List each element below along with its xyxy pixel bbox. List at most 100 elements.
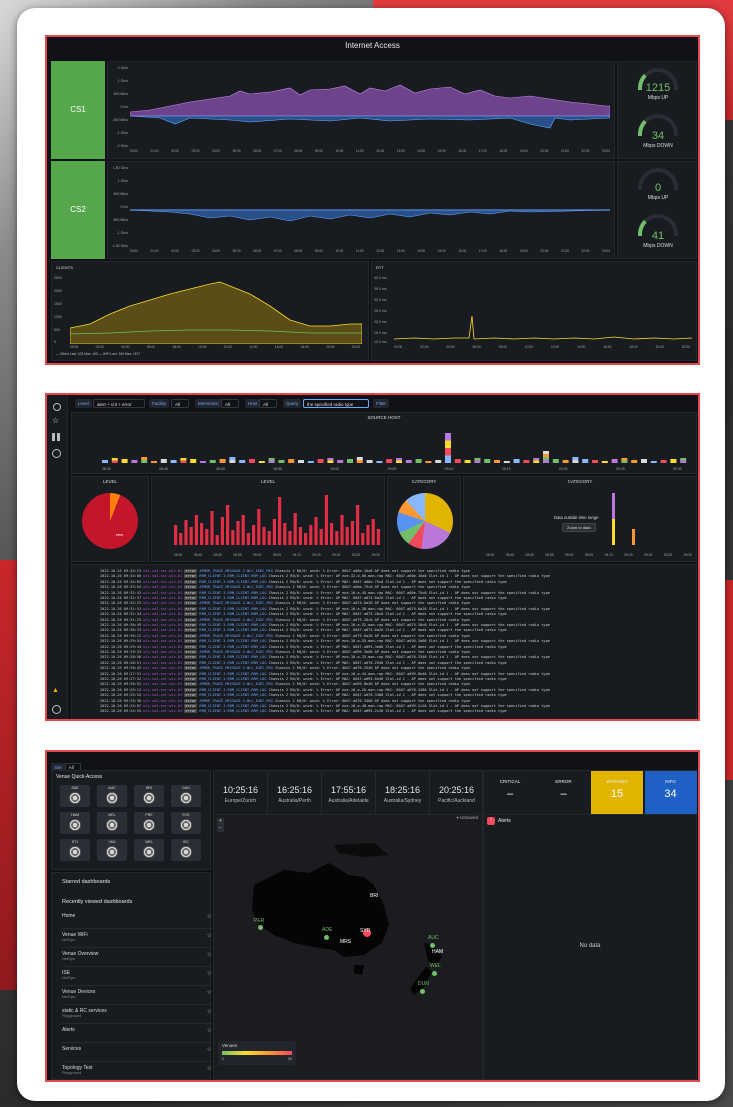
log-category: RRM_CLIENT-3-RRM_CLIENT-RRM_LOG [199,596,267,600]
log-message: Chassis 2 R0/0: wncd: % Error: AP MAC: 0… [268,628,507,633]
cs2-traffic-panel[interactable]: 1.50 Gb/s 1 Gb/s 500 Mb/s 0 b/s -500 Mb/… [107,161,615,259]
star-icon[interactable]: ☆ [207,1008,212,1015]
venues-legend: Venues 0 50 [218,1041,296,1065]
star-icon[interactable]: ☆ [207,989,212,996]
venue-tile-mel[interactable]: MEL [97,812,127,834]
recent-dashboard-item[interactable]: Home ☆ [62,911,212,929]
stat-info[interactable]: INFO 34 [644,771,697,815]
map-label-bri[interactable]: BRI [370,893,378,899]
help-icon[interactable] [52,705,61,714]
map-label-wel[interactable]: WEL [430,963,441,969]
x-tick: 03:00 [191,249,200,253]
y-tick: 2500 [54,276,62,280]
map-label-ham[interactable]: HAM [432,949,443,955]
log-message: Chassis 2 R0/0: wncd: % Error: AP MAC: 0… [268,612,507,617]
log-message: Chassis 2 R0/0: wncd: % Error: AP mce-32… [268,574,550,579]
map-label-per[interactable]: PER [254,918,264,924]
venue-map-panel[interactable]: + − ⌖ Unsaved BRI PER ADE MRS SYD AUC HAM… [213,814,483,1080]
filter-host-select[interactable]: All [259,399,277,408]
recent-dashboard-item[interactable]: Services ☆ [62,1044,212,1062]
venue-tile-pre[interactable]: PRE [134,812,164,834]
stat-error[interactable]: ERROR – [537,771,590,815]
level-bar-panel[interactable]: LEVEL 08:40 08:45 08:50 08:55 09:00 09:05 09:1… [151,476,385,562]
map-label-mrs[interactable]: MRS [340,939,351,945]
dashboard-list-panel[interactable]: Starred dashboards Recently viewed dashb… [51,872,212,1080]
star-icon[interactable]: ☆ [207,970,212,977]
venue-tile-wel[interactable]: WEL [134,839,164,861]
source-host-bar [484,459,491,463]
logs-panel[interactable]: 2022-10-26 09:34:13 wlc-sa1-ssr-wlc-01 e… [71,564,698,719]
level-bar [293,513,297,545]
filter-facility-select[interactable]: All [171,399,189,408]
venue-tile-ham[interactable]: HAM [60,812,90,834]
x-tick: 08:00 [172,345,181,349]
log-message: Chassis 2 R0/0: wncd: % Error: AP MAC: 0… [268,596,507,600]
map-label-dun[interactable]: DUN [418,981,429,987]
map-label-syd[interactable]: SYD [360,928,370,934]
recent-dashboard-item[interactable]: Venue WiFi NetOps ☆ [62,930,212,948]
x-tick: 08:50 [525,553,534,557]
stat-value: – [506,788,514,800]
stat-warning[interactable]: WARNING 15 [591,771,643,815]
venue-tile-ade[interactable]: ADE [60,785,90,807]
star-icon[interactable]: ☆ [207,951,212,958]
source-host-panel[interactable]: SOURCE HOST 08:40 08:45 08:50 08:55 09:00 09:… [71,412,697,474]
dashboards-icon[interactable] [52,433,60,441]
venue-tile-isc[interactable]: ISC [171,839,201,861]
log-row[interactable]: 2022-10-26 09:24:55 wlc-sa1-ssr-wlc-01 e… [100,709,698,715]
recent-dashboard-item[interactable]: Topology Test Playground ☆ [62,1063,212,1080]
zoom-to-data-button[interactable]: Zoom to data [562,523,596,532]
cs2-site-tile[interactable]: CS2 [51,161,105,259]
clock-zone: Pacific/Auckland [438,798,475,804]
x-tick: 19:00 [519,249,528,253]
category-pie-panel[interactable]: CATEGORY [387,476,461,562]
rtt-panel[interactable]: RTT 40.0 ms 35.0 ms 30.0 ms 25.0 ms 20.0… [371,261,697,361]
venue-logo-icon [106,819,118,831]
star-icon[interactable]: ☆ [207,1027,212,1034]
recent-dashboard-item[interactable]: Venue Devices NetOps ☆ [62,987,212,1005]
star-icon[interactable]: ☆ [207,1046,212,1053]
star-icon[interactable]: ☆ [207,1065,212,1072]
level-bar [179,533,183,545]
compass-icon[interactable] [52,449,61,458]
recent-dashboard-item[interactable]: static & RC services Playground ☆ [62,1006,212,1024]
venue-tile-st1[interactable]: ST1 [60,839,90,861]
cs1-download-area [130,115,610,129]
venue-tile-bri[interactable]: BRI [134,785,164,807]
venue-tile-syd[interactable]: SYD [171,812,201,834]
source-host-bar [543,454,549,457]
recent-dashboard-item[interactable]: Alerts ☆ [62,1025,212,1043]
filter-mnemonic-select[interactable]: All [221,399,239,408]
filter-level-select[interactable]: alert + crit + error [93,399,145,408]
source-host-bar [572,457,579,460]
stat-critical[interactable]: CRITICAL – [484,771,536,815]
venue-tile-auc[interactable]: AUC [97,785,127,807]
recent-dashboard-item[interactable]: Venue Overview NetOps ☆ [62,949,212,967]
alert-icon[interactable]: ▲ [52,687,59,694]
source-host-bar [239,460,246,463]
level-pie-panel[interactable]: LEVEL error [71,476,149,562]
star-icon[interactable]: ☆ [207,913,212,920]
cs1-ytick: -1 Gb/s [116,131,128,135]
cs1-site-tile[interactable]: CS1 [51,61,105,159]
cs1-traffic-panel[interactable]: 2 Gb/s 1 Gb/s 500 Mb/s 0 b/s -500 Mb/s -… [107,61,615,159]
venue-tile-dun[interactable]: DUN [171,785,201,807]
cs1-gauges-panel[interactable]: 1215 Mbps UP 34 Mbps DOWN [617,61,697,159]
log-time: 2022-10-26 09:25:38 [100,698,142,703]
map-label-auc[interactable]: AUC [428,935,439,941]
log-category: RRM_CLIENT-3-RRM_CLIENT-RRM_LOG [199,671,267,676]
search-icon[interactable] [53,403,61,411]
clients-panel[interactable]: CLIENTS 2500 2000 1500 1000 500 0 00:00 0… [51,261,369,361]
venue-tile-label: ST1 [71,840,79,844]
venue-tile-vka[interactable]: VKA [97,839,127,861]
map-label-ade[interactable]: ADE [322,927,332,933]
star-icon[interactable]: ☆ [207,932,212,939]
venue-quick-access-panel[interactable]: Venue Quick-Access ADE AUC BRI DUN HAM MEL PRE… [51,770,211,870]
filter-query-input[interactable]: the specified radio type [303,399,369,408]
level-bar [304,533,308,545]
alerts-panel[interactable]: ! Alerts No data [483,814,697,1080]
cs2-gauges-panel[interactable]: 0 Mbps UP 41 Mbps DOWN [617,161,697,259]
category-bar-panel[interactable]: CATEGORY Data outside time range Zoom to… [463,476,697,562]
recent-dashboard-item[interactable]: ISE NetOps ☆ [62,968,212,986]
star-icon[interactable]: ☆ [52,417,59,425]
